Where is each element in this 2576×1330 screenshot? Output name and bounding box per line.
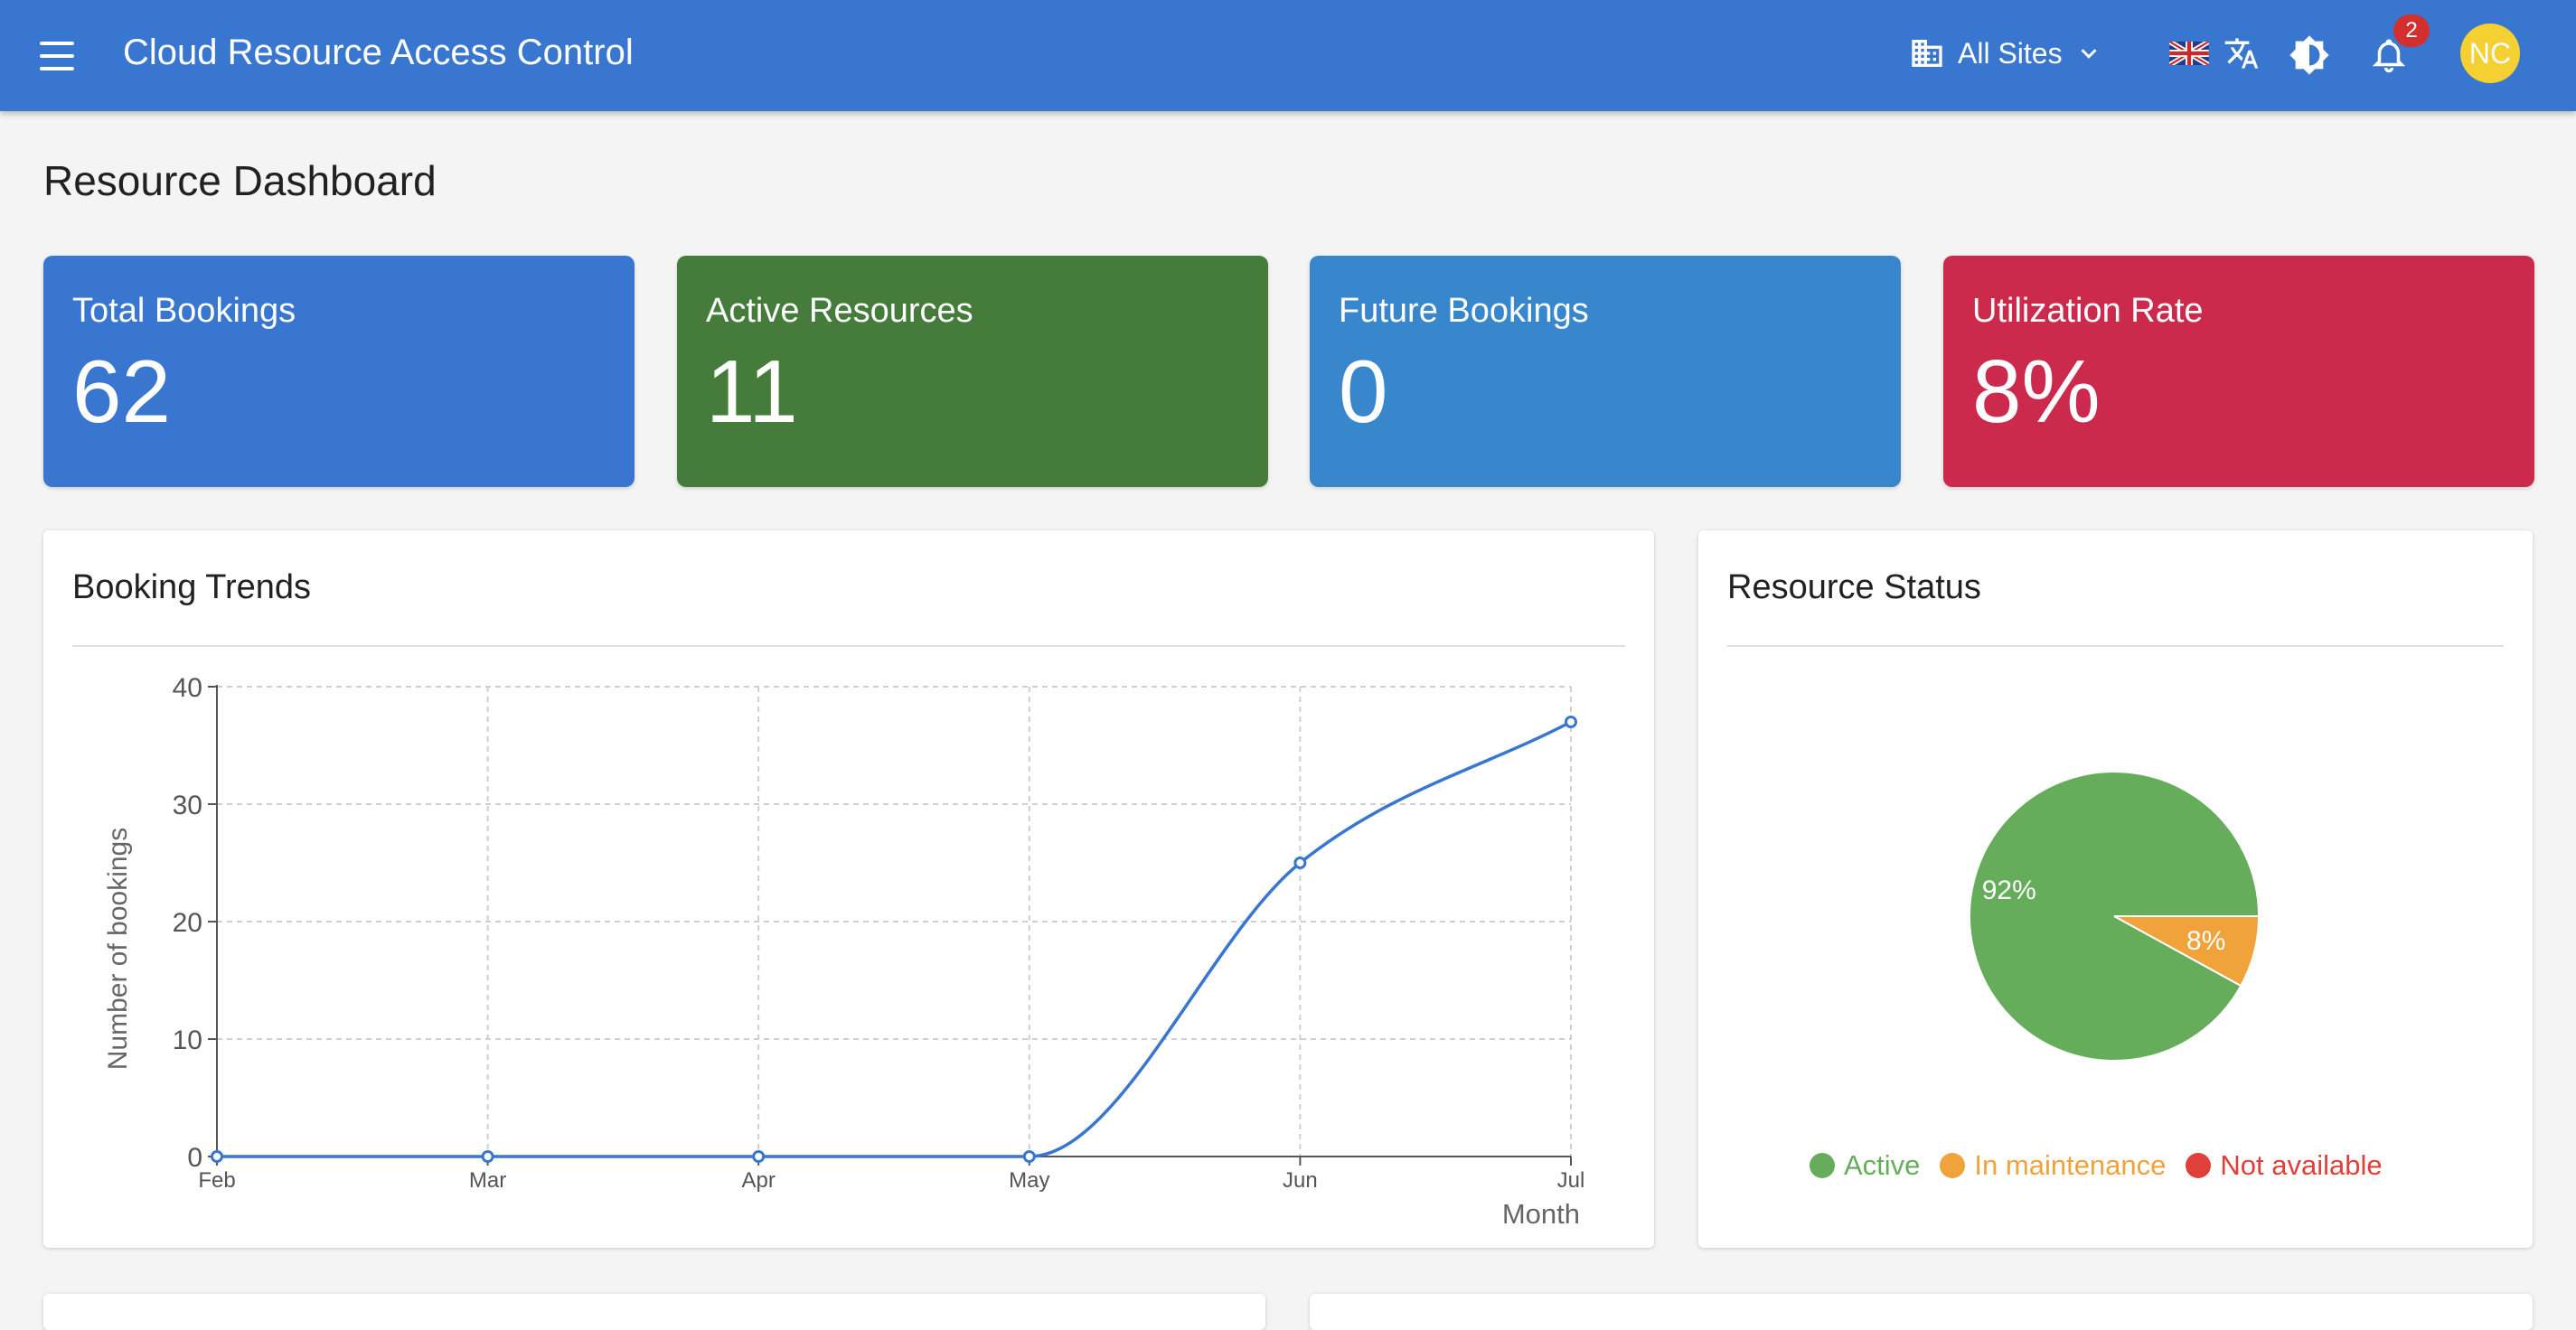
pie-slice-label: 8% bbox=[2186, 926, 2225, 956]
bottom-card-right bbox=[1310, 1294, 2533, 1330]
legend-item-active[interactable]: Active bbox=[1810, 1149, 1920, 1182]
bottom-card-left bbox=[43, 1294, 1265, 1330]
legend-dot-maintenance bbox=[1940, 1153, 1966, 1178]
legend-label-active: Active bbox=[1844, 1149, 1921, 1181]
pie-slice-0 bbox=[1969, 771, 2261, 1062]
legend-label-not-available: Not available bbox=[2220, 1149, 2383, 1181]
resource-status-chart: 8% 92% bbox=[1969, 771, 2261, 1062]
legend-label-maintenance: In maintenance bbox=[1974, 1149, 2167, 1181]
pie-legend: Active In maintenance Not available bbox=[1810, 1149, 2402, 1182]
legend-dot-active bbox=[1810, 1153, 1835, 1178]
legend-item-maintenance[interactable]: In maintenance bbox=[1940, 1149, 2166, 1182]
legend-item-not-available[interactable]: Not available bbox=[2186, 1149, 2383, 1182]
pie-slice-label: 92% bbox=[1982, 876, 2036, 905]
legend-dot-not-available bbox=[2186, 1153, 2212, 1178]
